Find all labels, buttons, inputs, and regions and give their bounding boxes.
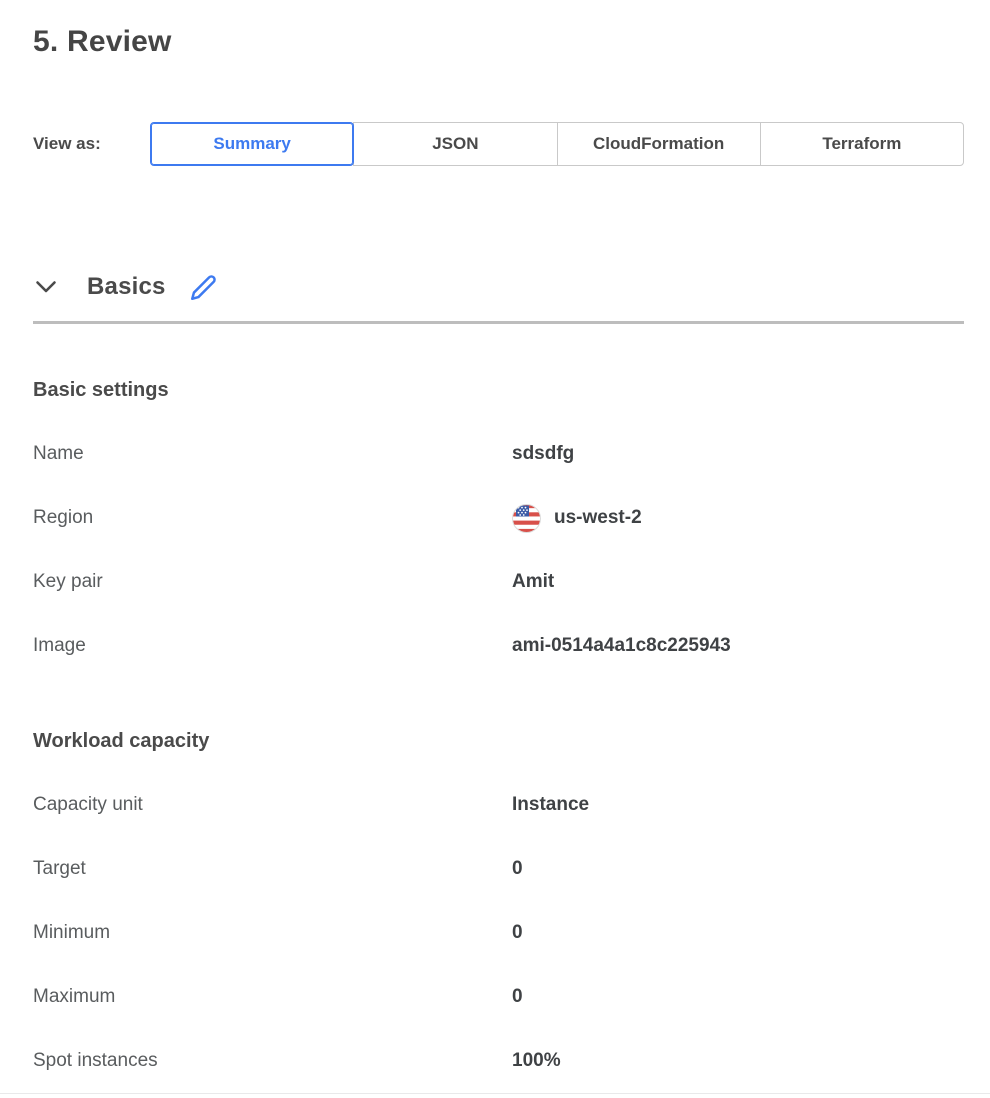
summary-row: Key pair Amit — [33, 550, 964, 614]
row-value: Amit — [512, 571, 554, 593]
row-value-text: 0 — [512, 858, 523, 880]
summary-row: Region — [33, 486, 964, 550]
row-value: sdsdfg — [512, 443, 574, 465]
row-label: Minimum — [33, 922, 512, 944]
row-label: Spot instances — [33, 1050, 512, 1072]
section-divider — [33, 321, 964, 324]
row-value: ami-0514a4a1c8c225943 — [512, 635, 731, 657]
row-value: Instance — [512, 794, 589, 816]
tab-json[interactable]: JSON — [353, 122, 557, 166]
row-value: 0 — [512, 858, 523, 880]
row-value: us-west-2 — [512, 504, 642, 533]
summary-row: Name sdsdfg — [33, 422, 964, 486]
tab-label: Summary — [213, 134, 290, 154]
group-rows: Capacity unit Instance Target 0 Minimum … — [33, 773, 964, 1093]
row-value: 100% — [512, 1050, 561, 1072]
tab-terraform[interactable]: Terraform — [760, 122, 964, 166]
row-label: Key pair — [33, 571, 512, 593]
summary-group: Basic settings Name sdsdfg Region — [33, 377, 964, 678]
view-as-tab-group: Summary JSON CloudFormation Terraform — [150, 122, 964, 166]
row-value-text: 100% — [512, 1050, 561, 1072]
group-title: Basic settings — [33, 377, 964, 403]
page-title: 5. Review — [33, 24, 964, 60]
basics-section-header: Basics — [33, 270, 964, 304]
summary-row: Minimum 0 — [33, 901, 964, 965]
summary-row: Image ami-0514a4a1c8c225943 — [33, 614, 964, 678]
summary-row: Capacity unit Instance — [33, 773, 964, 837]
edit-pencil-icon[interactable] — [190, 273, 218, 301]
row-label: Name — [33, 443, 512, 465]
row-label: Maximum — [33, 986, 512, 1008]
row-value: 0 — [512, 922, 523, 944]
chevron-down-icon[interactable] — [33, 274, 59, 300]
review-page: 5. Review View as: Summary JSON CloudFor… — [0, 0, 990, 1093]
row-value-text: Instance — [512, 794, 589, 816]
tab-label: Terraform — [822, 134, 901, 154]
row-value-text: us-west-2 — [554, 507, 642, 529]
bottom-divider — [0, 1093, 990, 1094]
row-value-text: ami-0514a4a1c8c225943 — [512, 635, 731, 657]
summary-group: Workload capacity Capacity unit Instance… — [33, 728, 964, 1093]
row-label: Capacity unit — [33, 794, 512, 816]
us-flag-icon — [512, 504, 541, 533]
tab-summary[interactable]: Summary — [150, 122, 354, 166]
group-rows: Name sdsdfg Region — [33, 422, 964, 678]
summary-groups: Basic settings Name sdsdfg Region — [33, 377, 964, 1093]
view-as-label: View as: — [33, 134, 150, 154]
summary-row: Spot instances 100% — [33, 1029, 964, 1093]
tab-label: CloudFormation — [593, 134, 724, 154]
row-value-text: 0 — [512, 922, 523, 944]
summary-row: Target 0 — [33, 837, 964, 901]
row-label: Image — [33, 635, 512, 657]
row-value: 0 — [512, 986, 523, 1008]
row-label: Region — [33, 507, 512, 529]
tab-cloudformation[interactable]: CloudFormation — [557, 122, 761, 166]
row-label: Target — [33, 858, 512, 880]
section-title: Basics — [87, 273, 166, 301]
row-value-text: 0 — [512, 986, 523, 1008]
view-as-row: View as: Summary JSON CloudFormation Ter… — [33, 122, 964, 166]
row-value-text: Amit — [512, 571, 554, 593]
tab-label: JSON — [432, 134, 478, 154]
row-value-text: sdsdfg — [512, 443, 574, 465]
summary-row: Maximum 0 — [33, 965, 964, 1029]
group-title: Workload capacity — [33, 728, 964, 754]
